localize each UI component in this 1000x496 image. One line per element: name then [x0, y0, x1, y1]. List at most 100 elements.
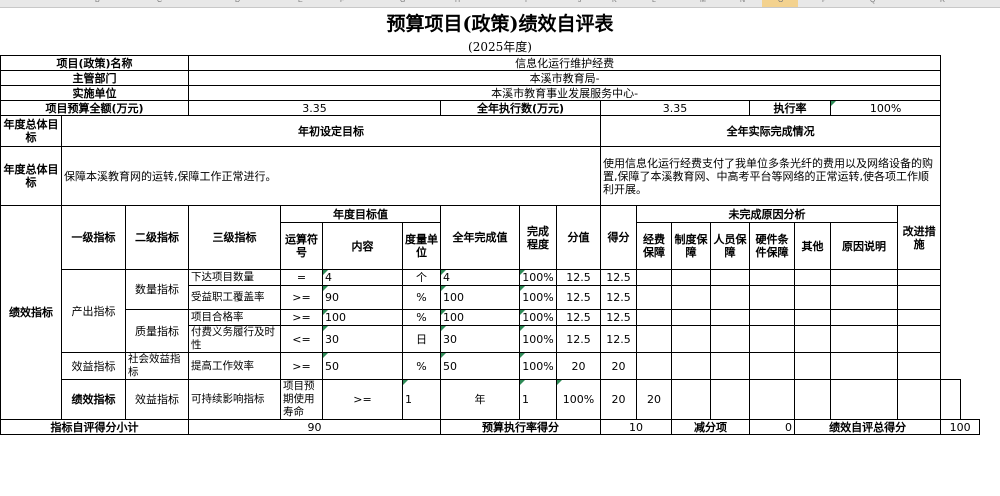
empty-cell[interactable] — [749, 269, 796, 286]
column-letter[interactable]: K — [612, 0, 617, 4]
operator-cell[interactable]: >= — [280, 285, 324, 310]
empty-cell[interactable] — [794, 285, 832, 310]
empty-cell[interactable] — [830, 379, 899, 420]
degree-cell[interactable]: 100% — [519, 309, 558, 326]
actual-goal-text[interactable]: 使用信息化运行经费支付了我单位多条光纤的费用以及网络设备的购置,保障了本溪教育网… — [600, 146, 942, 206]
empty-cell[interactable] — [636, 269, 673, 286]
empty-cell[interactable] — [897, 379, 942, 420]
level3-cell[interactable]: 受益职工覆盖率 — [188, 285, 282, 310]
content-cell[interactable]: 4 — [322, 269, 404, 286]
unit-cell[interactable]: 本溪市教育事业发展服务中心- — [188, 85, 942, 101]
column-letter[interactable]: H — [455, 0, 460, 4]
degree-cell[interactable]: 100% — [556, 379, 602, 420]
level3-cell[interactable]: 下达项目数量 — [188, 269, 282, 286]
value-cell[interactable]: 30 — [440, 325, 521, 353]
deduct-cell[interactable]: 0 — [749, 419, 796, 435]
score-cell[interactable]: 20 — [600, 352, 638, 380]
empty-cell[interactable] — [749, 285, 796, 310]
score-cell[interactable]: 12.5 — [600, 269, 638, 286]
full-score-cell[interactable]: 20 — [556, 352, 602, 380]
value-cell[interactable]: 50 — [440, 352, 521, 380]
column-header-strip[interactable]: B C D E F G H I J K L M N O P Q R — [0, 0, 1000, 8]
empty-cell[interactable] — [671, 285, 712, 310]
empty-cell[interactable] — [830, 269, 899, 286]
score-cell[interactable]: 20 — [636, 379, 673, 420]
empty-cell[interactable] — [794, 325, 832, 353]
column-letter[interactable]: G — [400, 0, 405, 4]
score-cell[interactable]: 12.5 — [600, 325, 638, 353]
content-cell[interactable]: 100 — [322, 309, 404, 326]
project-name-cell[interactable]: 信息化运行维护经费 — [188, 55, 942, 71]
initial-goal-text[interactable]: 保障本溪教育网的运转,保障工作正常进行。 — [60, 146, 602, 206]
level3-cell[interactable]: 项目合格率 — [188, 309, 282, 326]
executed-cell[interactable]: 3.35 — [600, 100, 751, 116]
column-letter[interactable]: D — [235, 0, 240, 4]
level1-cell[interactable]: 效益指标 — [61, 352, 126, 380]
dept-cell[interactable]: 本溪市教育局- — [188, 70, 942, 86]
level3-cell[interactable]: 项目预期使用寿命 — [280, 379, 324, 420]
operator-cell[interactable]: <= — [280, 325, 324, 353]
empty-cell[interactable] — [636, 352, 673, 380]
unit-cell[interactable]: % — [402, 309, 442, 326]
column-letter[interactable]: B — [95, 0, 100, 4]
empty-cell[interactable] — [794, 352, 832, 380]
empty-cell[interactable] — [830, 325, 899, 353]
empty-cell[interactable] — [671, 379, 712, 420]
empty-cell[interactable] — [794, 379, 832, 420]
value-cell[interactable]: 1 — [519, 379, 558, 420]
empty-cell[interactable] — [671, 269, 712, 286]
empty-cell[interactable] — [794, 269, 832, 286]
column-letter[interactable]: C — [157, 0, 162, 4]
unit-cell[interactable]: % — [402, 352, 442, 380]
level1-cell[interactable]: 产出指标 — [61, 269, 126, 353]
degree-cell[interactable]: 100% — [519, 269, 558, 286]
empty-cell[interactable] — [710, 379, 751, 420]
empty-cell[interactable] — [710, 325, 751, 353]
empty-cell[interactable] — [830, 309, 899, 326]
column-letter[interactable]: O — [778, 0, 783, 4]
empty-cell[interactable] — [636, 309, 673, 326]
empty-cell[interactable] — [897, 325, 942, 353]
level2-cell[interactable]: 数量指标 — [124, 269, 190, 310]
total-cell[interactable]: 100 — [940, 419, 980, 435]
unit-cell[interactable]: 日 — [402, 325, 442, 353]
value-cell[interactable]: 100 — [440, 309, 521, 326]
rate-cell[interactable]: 100% — [830, 100, 942, 116]
subtotal-cell[interactable]: 90 — [188, 419, 442, 435]
operator-cell[interactable]: = — [280, 269, 324, 286]
score-cell[interactable]: 12.5 — [600, 309, 638, 326]
full-score-cell[interactable]: 12.5 — [556, 285, 602, 310]
column-letter[interactable]: M — [700, 0, 706, 4]
full-score-cell[interactable]: 20 — [600, 379, 638, 420]
operator-cell[interactable]: >= — [322, 379, 404, 420]
empty-cell[interactable] — [749, 379, 796, 420]
value-cell[interactable]: 100 — [440, 285, 521, 310]
unit-cell[interactable]: 个 — [402, 269, 442, 286]
unit-cell[interactable]: % — [402, 285, 442, 310]
column-letter[interactable]: Q — [870, 0, 875, 4]
empty-cell[interactable] — [897, 269, 942, 286]
full-score-cell[interactable]: 12.5 — [556, 325, 602, 353]
empty-cell[interactable] — [636, 285, 673, 310]
degree-cell[interactable]: 100% — [519, 285, 558, 310]
column-letter[interactable]: J — [578, 0, 582, 4]
empty-cell[interactable] — [940, 379, 961, 420]
empty-cell[interactable] — [794, 309, 832, 326]
level2-cell[interactable]: 质量指标 — [124, 309, 190, 353]
full-score-cell[interactable]: 12.5 — [556, 269, 602, 286]
rate-score-cell[interactable]: 10 — [600, 419, 673, 435]
content-cell[interactable]: 1 — [402, 379, 442, 420]
empty-cell[interactable] — [636, 325, 673, 353]
operator-cell[interactable]: >= — [280, 309, 324, 326]
content-cell[interactable]: 50 — [322, 352, 404, 380]
level2-cell[interactable]: 可持续影响指标 — [188, 379, 282, 420]
level2-cell[interactable]: 社会效益指标 — [124, 352, 190, 380]
degree-cell[interactable]: 100% — [519, 325, 558, 353]
empty-cell[interactable] — [830, 352, 899, 380]
column-letter[interactable]: E — [298, 0, 303, 4]
empty-cell[interactable] — [671, 309, 712, 326]
empty-cell[interactable] — [897, 309, 942, 326]
empty-cell[interactable] — [749, 309, 796, 326]
content-cell[interactable]: 90 — [322, 285, 404, 310]
column-letter[interactable]: L — [652, 0, 656, 4]
